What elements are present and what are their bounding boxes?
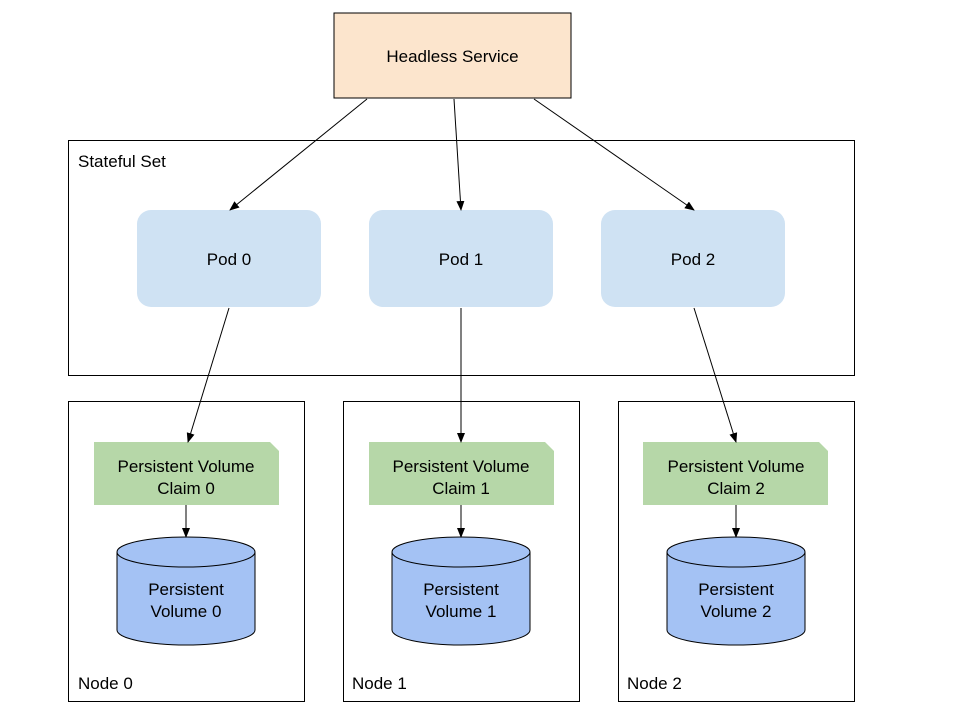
pvc-0[interactable]: Persistent Volume Claim 0 — [94, 442, 279, 505]
diagram-canvas: Headless Service Stateful Set Pod 0 Pod … — [68, 12, 855, 702]
pod-1[interactable]: Pod 1 — [369, 210, 553, 307]
pvc-label-line2: Claim 0 — [157, 479, 215, 498]
statefulset-label: Stateful Set — [78, 152, 166, 171]
pv-label-line2: Volume 2 — [701, 602, 772, 621]
pvc-label-line2: Claim 1 — [432, 479, 490, 498]
pvc-2[interactable]: Persistent Volume Claim 2 — [643, 442, 828, 505]
pod-0[interactable]: Pod 0 — [137, 210, 321, 307]
pv-1[interactable]: Persistent Volume 1 — [391, 536, 531, 646]
node-label: Node 0 — [78, 674, 133, 693]
node-label: Node 2 — [627, 674, 682, 693]
pv-label-line1: Persistent — [698, 580, 774, 599]
arrow-service-to-pod-2 — [533, 98, 695, 211]
pv-0[interactable]: Persistent Volume 0 — [116, 536, 256, 646]
arrow-service-to-pod-0 — [229, 98, 368, 211]
pv-label-line1: Persistent — [148, 580, 224, 599]
pvc-label-line1: Persistent Volume — [667, 457, 804, 476]
pv-label-line2: Volume 1 — [426, 602, 497, 621]
pv-label-line1: Persistent — [423, 580, 499, 599]
pvc-label-line2: Claim 2 — [707, 479, 765, 498]
pvc-label-line1: Persistent Volume — [117, 457, 254, 476]
pvc-1[interactable]: Persistent Volume Claim 1 — [369, 442, 554, 505]
headless-service-label: Headless Service — [386, 47, 518, 66]
pod-2[interactable]: Pod 2 — [601, 210, 785, 307]
arrow-service-to-pod-1 — [453, 98, 465, 211]
pv-label-line2: Volume 0 — [151, 602, 222, 621]
pod-label: Pod 2 — [671, 250, 715, 269]
pod-label: Pod 1 — [439, 250, 483, 269]
pod-label: Pod 0 — [207, 250, 251, 269]
pvc-label-line1: Persistent Volume — [392, 457, 529, 476]
headless-service-box[interactable]: Headless Service — [333, 12, 572, 99]
node-label: Node 1 — [352, 674, 407, 693]
pv-2[interactable]: Persistent Volume 2 — [666, 536, 806, 646]
